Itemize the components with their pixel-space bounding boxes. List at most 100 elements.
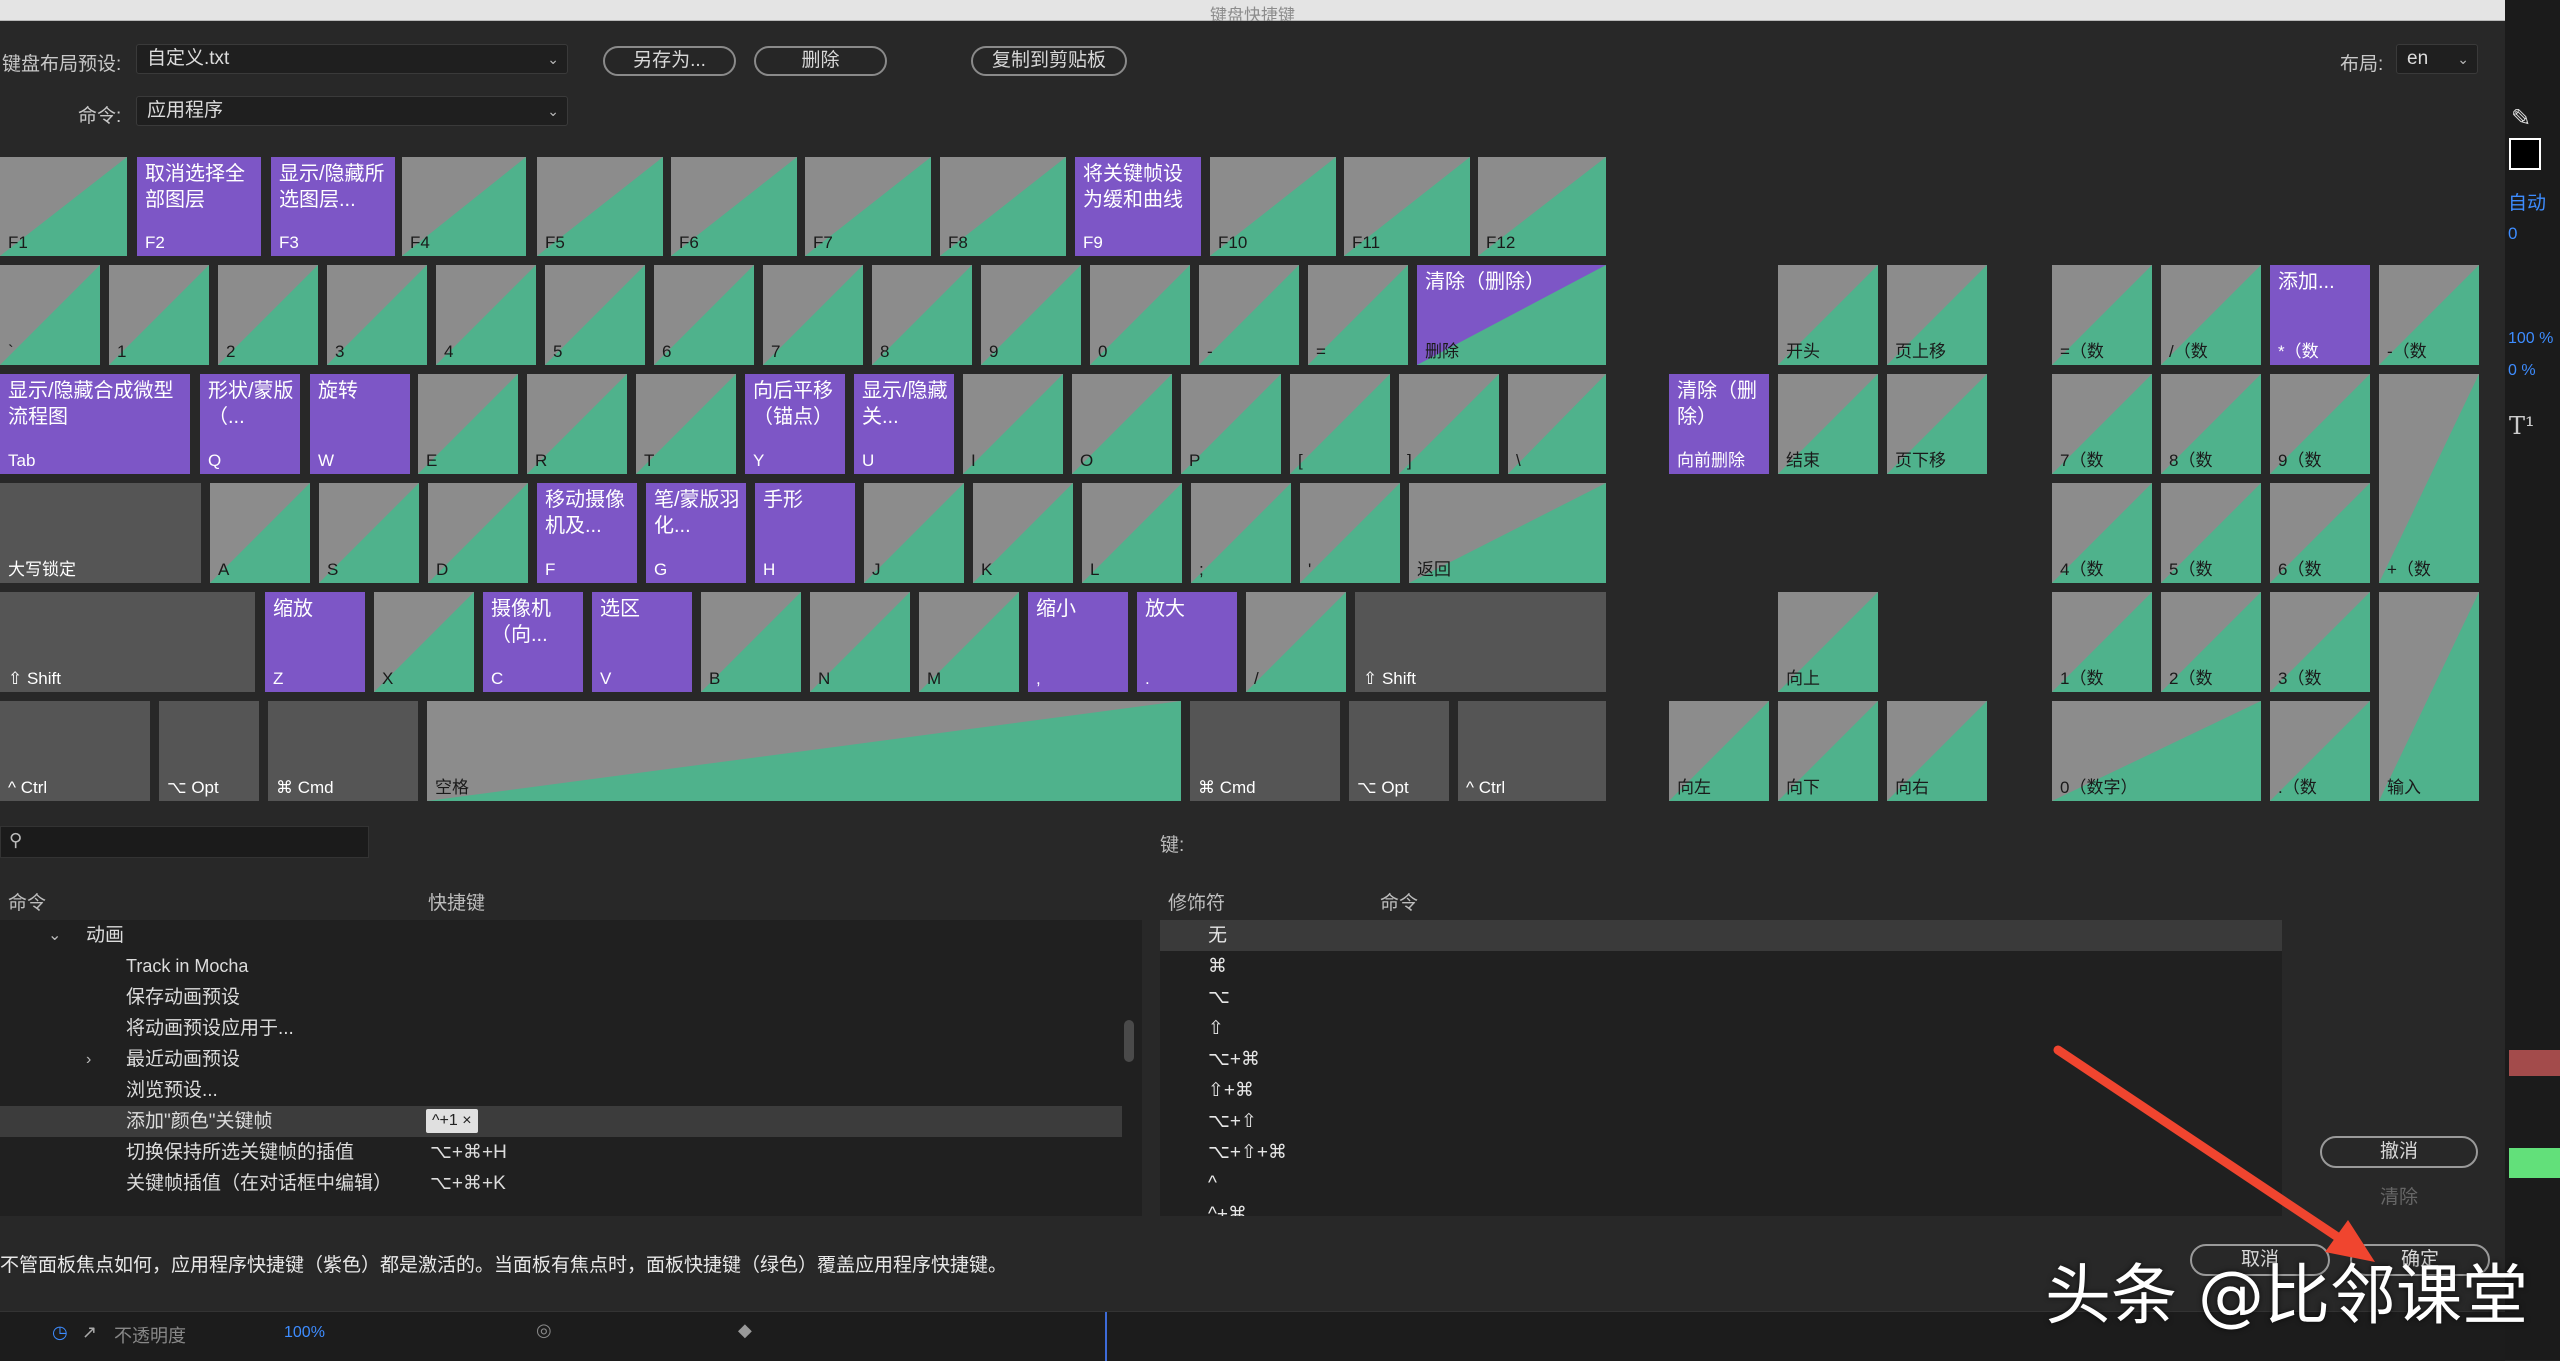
key-k7[interactable]: 7 bbox=[763, 265, 863, 365]
key-enter[interactable]: 返回 bbox=[1409, 483, 1606, 583]
command-column-header[interactable]: 命令 bbox=[8, 888, 46, 915]
key-k2[interactable]: 2 bbox=[218, 265, 318, 365]
key-k6[interactable]: 6 bbox=[654, 265, 754, 365]
text-tool-icon[interactable]: T¹ bbox=[2509, 412, 2535, 440]
key-rbr[interactable]: ] bbox=[1399, 374, 1499, 474]
key-np-sub[interactable]: -（数 bbox=[2379, 265, 2479, 365]
key-fdel[interactable]: 清除（删除） 向前删除 bbox=[1669, 374, 1769, 474]
delete-preset-button[interactable]: 删除 bbox=[754, 46, 887, 76]
key-np1[interactable]: 1（数 bbox=[2052, 592, 2152, 692]
preset-dropdown[interactable]: 自定义.txt ⌄ bbox=[136, 44, 568, 74]
key-b[interactable]: B bbox=[701, 592, 801, 692]
command-list-scrollbar[interactable] bbox=[1124, 1020, 1134, 1062]
key-o[interactable]: O bbox=[1072, 374, 1172, 474]
key-end[interactable]: 结束 bbox=[1778, 374, 1878, 474]
key-np6[interactable]: 6（数 bbox=[2270, 483, 2370, 583]
key-space[interactable]: 空格 bbox=[427, 701, 1181, 801]
key-down[interactable]: 向下 bbox=[1778, 701, 1878, 801]
key-k4[interactable]: 4 bbox=[436, 265, 536, 365]
key-lshift[interactable]: ⇧ Shift bbox=[0, 592, 255, 692]
key-equal[interactable]: = bbox=[1308, 265, 1408, 365]
key-np-dot[interactable]: .（数 bbox=[2270, 701, 2370, 801]
key-h[interactable]: 手形 H bbox=[755, 483, 855, 583]
key-up[interactable]: 向上 bbox=[1778, 592, 1878, 692]
key-np8[interactable]: 8（数 bbox=[2161, 374, 2261, 474]
key-f6[interactable]: F6 bbox=[671, 157, 797, 256]
key-n[interactable]: N bbox=[810, 592, 910, 692]
key-k1[interactable]: 1 bbox=[109, 265, 209, 365]
tree-group-row[interactable]: ⌄ 动画 bbox=[0, 920, 1122, 951]
key-np-enter[interactable]: 输入 bbox=[2379, 592, 2479, 801]
list-item-selected[interactable]: 添加"颜色"关键帧 ^+1 × bbox=[0, 1106, 1122, 1137]
key-r[interactable]: R bbox=[527, 374, 627, 474]
key-f2[interactable]: 取消选择全部图层 F2 bbox=[137, 157, 261, 256]
chevron-right-icon[interactable]: › bbox=[86, 1044, 91, 1075]
key-f10[interactable]: F10 bbox=[1210, 157, 1336, 256]
key-lbr[interactable]: [ bbox=[1290, 374, 1390, 474]
shortcut-chip[interactable]: ^+1 × bbox=[426, 1109, 478, 1133]
modifier-column-header[interactable]: 修饰符 bbox=[1168, 888, 1225, 915]
modifier-row[interactable]: ⌘ bbox=[1160, 951, 2282, 982]
key-grave[interactable]: ` bbox=[0, 265, 100, 365]
key-f12[interactable]: F12 bbox=[1478, 157, 1606, 256]
list-item[interactable]: 关键帧插值（在对话框中编辑） ⌥+⌘+K bbox=[0, 1168, 1122, 1199]
key-np2[interactable]: 2（数 bbox=[2161, 592, 2261, 692]
key-f7[interactable]: F7 bbox=[805, 157, 931, 256]
key-period[interactable]: 放大. bbox=[1137, 592, 1237, 692]
key-d[interactable]: D bbox=[428, 483, 528, 583]
key-u[interactable]: 显示/隐藏关... U bbox=[854, 374, 954, 474]
key-f11[interactable]: F11 bbox=[1344, 157, 1470, 256]
layout-dropdown[interactable]: en ⌄ bbox=[2396, 44, 2478, 74]
key-s[interactable]: S bbox=[319, 483, 419, 583]
key-ropt[interactable]: ⌥ Opt bbox=[1349, 701, 1449, 801]
key-x[interactable]: X bbox=[374, 592, 474, 692]
key-minus[interactable]: - bbox=[1199, 265, 1299, 365]
key-k0[interactable]: 0 bbox=[1090, 265, 1190, 365]
key-np5[interactable]: 5（数 bbox=[2161, 483, 2261, 583]
key-lcmd[interactable]: ⌘ Cmd bbox=[268, 701, 418, 801]
mod-command-column-header[interactable]: 命令 bbox=[1380, 888, 1418, 915]
key-i[interactable]: I bbox=[963, 374, 1063, 474]
key-z[interactable]: 缩放 Z bbox=[265, 592, 365, 692]
key-e[interactable]: E bbox=[418, 374, 518, 474]
graph-icon[interactable]: ↗ bbox=[82, 1322, 97, 1343]
key-rctrl[interactable]: ^ Ctrl bbox=[1458, 701, 1606, 801]
key-np4[interactable]: 4（数 bbox=[2052, 483, 2152, 583]
key-home[interactable]: 开头 bbox=[1778, 265, 1878, 365]
key-w[interactable]: 旋转 W bbox=[310, 374, 410, 474]
key-np-mul[interactable]: 添加... *（数 bbox=[2270, 265, 2370, 365]
key-k[interactable]: K bbox=[973, 483, 1073, 583]
key-j[interactable]: J bbox=[864, 483, 964, 583]
key-v[interactable]: 选区 V bbox=[592, 592, 692, 692]
keyframe-icon[interactable]: ◆ bbox=[738, 1320, 752, 1341]
list-item[interactable]: 切换保持所选关键帧的插值 ⌥+⌘+H bbox=[0, 1137, 1122, 1168]
key-c[interactable]: 摄像机（向... C bbox=[483, 592, 583, 692]
key-pgup[interactable]: 页上移 bbox=[1887, 265, 1987, 365]
key-comma[interactable]: 缩小, bbox=[1028, 592, 1128, 692]
key-a[interactable]: A bbox=[210, 483, 310, 583]
key-left[interactable]: 向左 bbox=[1669, 701, 1769, 801]
key-f9[interactable]: 将关键帧设为缓和曲线 F9 bbox=[1075, 157, 1201, 256]
list-item[interactable]: 浏览预设... bbox=[0, 1075, 1122, 1106]
key-y[interactable]: 向后平移（锚点） Y bbox=[745, 374, 845, 474]
key-tab[interactable]: 显示/隐藏合成微型流程图 Tab bbox=[0, 374, 190, 474]
key-k5[interactable]: 5 bbox=[545, 265, 645, 365]
key-right[interactable]: 向右 bbox=[1887, 701, 1987, 801]
list-item[interactable]: › 最近动画预设 bbox=[0, 1044, 1122, 1075]
key-np-add[interactable]: +（数 bbox=[2379, 374, 2479, 583]
key-g[interactable]: 笔/蒙版羽化... G bbox=[646, 483, 746, 583]
modifier-row[interactable]: 无 bbox=[1160, 920, 2282, 951]
key-np9[interactable]: 9（数 bbox=[2270, 374, 2370, 474]
key-semi[interactable]: ; bbox=[1191, 483, 1291, 583]
save-as-button[interactable]: 另存为... bbox=[603, 46, 736, 76]
list-item[interactable]: Track in Mocha bbox=[0, 951, 1122, 982]
key-k9[interactable]: 9 bbox=[981, 265, 1081, 365]
key-rcmd[interactable]: ⌘ Cmd bbox=[1190, 701, 1340, 801]
key-lopt[interactable]: ⌥ Opt bbox=[159, 701, 259, 801]
key-caps[interactable]: 大写锁定 bbox=[0, 483, 201, 583]
key-f4[interactable]: F4 bbox=[402, 157, 526, 256]
opacity-value[interactable]: 100% bbox=[284, 1324, 325, 1342]
key-quote[interactable]: ' bbox=[1300, 483, 1400, 583]
key-f[interactable]: 移动摄像机及... F bbox=[537, 483, 637, 583]
key-f1[interactable]: F1 bbox=[0, 157, 127, 256]
